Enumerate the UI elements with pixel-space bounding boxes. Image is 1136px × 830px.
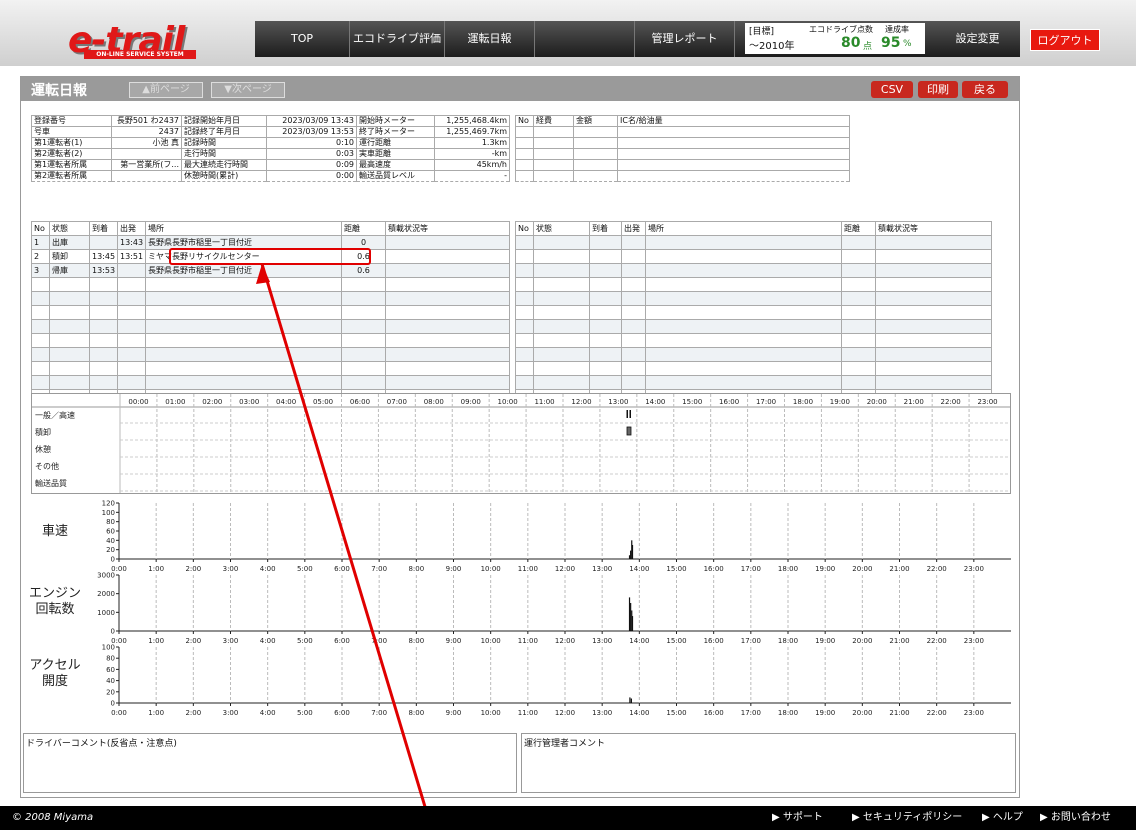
annotation-arrow <box>260 263 434 830</box>
footer-link-help[interactable]: ▶ ヘルプ <box>982 806 1023 830</box>
annotation-arrow-layer <box>256 263 434 830</box>
arrow-head <box>256 264 270 284</box>
copyright: © 2008 Miyama <box>12 812 94 823</box>
footer: © 2008 Miyama ▶ サポート ▶ セキュリティポリシー ▶ ヘルプ … <box>0 806 1136 830</box>
footer-link-contact[interactable]: ▶ お問い合わせ <box>1040 806 1111 830</box>
footer-link-security[interactable]: ▶ セキュリティポリシー <box>852 806 962 830</box>
footer-link-support[interactable]: ▶ サポート <box>772 806 823 830</box>
